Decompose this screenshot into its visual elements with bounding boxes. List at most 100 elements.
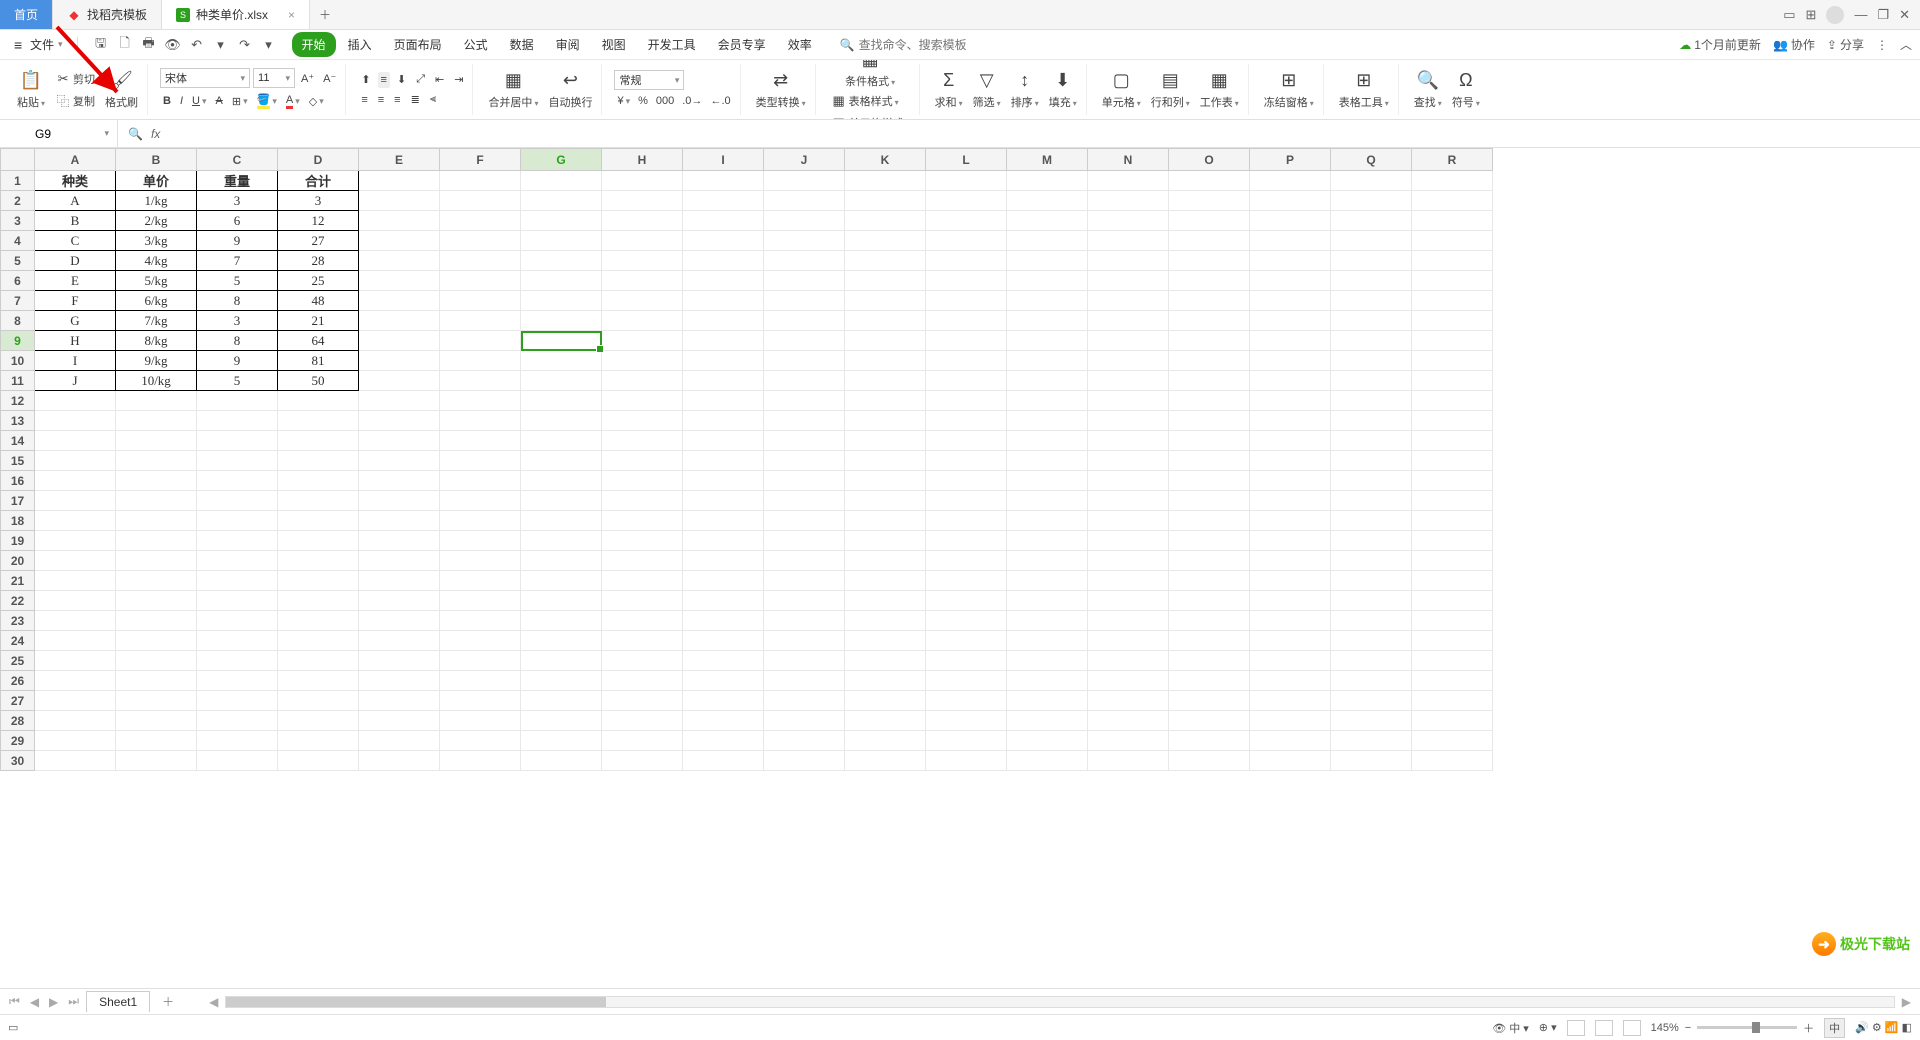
cell-K16[interactable] (845, 471, 926, 491)
cell-I21[interactable] (683, 571, 764, 591)
status-ready-icon[interactable]: ▭ (8, 1021, 18, 1034)
cell-P30[interactable] (1250, 751, 1331, 771)
cell-L18[interactable] (926, 511, 1007, 531)
cell-P22[interactable] (1250, 591, 1331, 611)
cell-D2[interactable]: 3 (278, 191, 359, 211)
cell-M10[interactable] (1007, 351, 1088, 371)
italic-button[interactable]: I (177, 93, 186, 109)
cell-M8[interactable] (1007, 311, 1088, 331)
cell-F25[interactable] (440, 651, 521, 671)
cell-J16[interactable] (764, 471, 845, 491)
command-search-input[interactable] (859, 38, 979, 52)
cell-C26[interactable] (197, 671, 278, 691)
cell-G1[interactable] (521, 171, 602, 191)
cell-F21[interactable] (440, 571, 521, 591)
cell-G16[interactable] (521, 471, 602, 491)
cell-K18[interactable] (845, 511, 926, 531)
cell-E12[interactable] (359, 391, 440, 411)
cell-B25[interactable] (116, 651, 197, 671)
worksheet-button[interactable]: ▦工作表 (1197, 68, 1242, 112)
cell-Q7[interactable] (1331, 291, 1412, 311)
freeze-panes-button[interactable]: ⊞冻结窗格 (1261, 68, 1317, 112)
fill-button[interactable]: ⬇填充 (1046, 68, 1080, 112)
cell-L9[interactable] (926, 331, 1007, 351)
eye-mode-icon[interactable]: 👁 中 ▾ (1492, 1020, 1529, 1036)
cell-E14[interactable] (359, 431, 440, 451)
cell-I16[interactable] (683, 471, 764, 491)
cell-K17[interactable] (845, 491, 926, 511)
cell-P18[interactable] (1250, 511, 1331, 531)
cell-A10[interactable]: I (35, 351, 116, 371)
align-center-button[interactable]: ≡ (375, 92, 387, 108)
cell-C21[interactable] (197, 571, 278, 591)
cell-B28[interactable] (116, 711, 197, 731)
cell-I6[interactable] (683, 271, 764, 291)
cell-P10[interactable] (1250, 351, 1331, 371)
row-header-10[interactable]: 10 (1, 351, 35, 371)
cell-H11[interactable] (602, 371, 683, 391)
cell-N10[interactable] (1088, 351, 1169, 371)
cell-P27[interactable] (1250, 691, 1331, 711)
row-header-3[interactable]: 3 (1, 211, 35, 231)
cell-H26[interactable] (602, 671, 683, 691)
cell-D11[interactable]: 50 (278, 371, 359, 391)
cell-P23[interactable] (1250, 611, 1331, 631)
cell-O23[interactable] (1169, 611, 1250, 631)
cell-L17[interactable] (926, 491, 1007, 511)
menu-tab-8[interactable]: 会员专享 (708, 32, 776, 57)
cell-B23[interactable] (116, 611, 197, 631)
cell-A17[interactable] (35, 491, 116, 511)
cell-R22[interactable] (1412, 591, 1493, 611)
cell-J5[interactable] (764, 251, 845, 271)
cell-E20[interactable] (359, 551, 440, 571)
cell-A25[interactable] (35, 651, 116, 671)
share-button[interactable]: ⇪分享 (1827, 36, 1864, 53)
tray-icons[interactable]: 🔊 ⚙ 📶 ◧ (1855, 1021, 1912, 1034)
cell-G21[interactable] (521, 571, 602, 591)
align-bottom-button[interactable]: ⬇ (394, 71, 409, 88)
cell-D15[interactable] (278, 451, 359, 471)
wrap-text-button[interactable]: ↩自动换行 (545, 68, 595, 112)
cell-K12[interactable] (845, 391, 926, 411)
cell-H4[interactable] (602, 231, 683, 251)
cell-F15[interactable] (440, 451, 521, 471)
cell-D20[interactable] (278, 551, 359, 571)
row-header-27[interactable]: 27 (1, 691, 35, 711)
strike-button[interactable]: A (213, 93, 226, 109)
cell-F14[interactable] (440, 431, 521, 451)
cell-N20[interactable] (1088, 551, 1169, 571)
cell-Q16[interactable] (1331, 471, 1412, 491)
cell-B26[interactable] (116, 671, 197, 691)
cell-B15[interactable] (116, 451, 197, 471)
cell-B10[interactable]: 9/kg (116, 351, 197, 371)
cell-C24[interactable] (197, 631, 278, 651)
cell-Q30[interactable] (1331, 751, 1412, 771)
cell-J10[interactable] (764, 351, 845, 371)
percent-button[interactable]: % (635, 93, 651, 109)
cell-A3[interactable]: B (35, 211, 116, 231)
cell-F17[interactable] (440, 491, 521, 511)
undo-icon[interactable]: ↶ (188, 36, 206, 54)
cell-J4[interactable] (764, 231, 845, 251)
format-painter-button[interactable]: 🖌 格式刷 (102, 68, 141, 112)
cell-E25[interactable] (359, 651, 440, 671)
cell-A1[interactable]: 种类 (35, 171, 116, 191)
cell-I12[interactable] (683, 391, 764, 411)
cell-M7[interactable] (1007, 291, 1088, 311)
cell-M18[interactable] (1007, 511, 1088, 531)
cell-R15[interactable] (1412, 451, 1493, 471)
increase-font-button[interactable]: A⁺ (298, 70, 317, 87)
cell-G19[interactable] (521, 531, 602, 551)
cell-Q26[interactable] (1331, 671, 1412, 691)
cell-O28[interactable] (1169, 711, 1250, 731)
cell-D29[interactable] (278, 731, 359, 751)
col-header-I[interactable]: I (683, 149, 764, 171)
cell-M22[interactable] (1007, 591, 1088, 611)
cell-P26[interactable] (1250, 671, 1331, 691)
cell-I9[interactable] (683, 331, 764, 351)
cell-L20[interactable] (926, 551, 1007, 571)
cell-A13[interactable] (35, 411, 116, 431)
col-header-O[interactable]: O (1169, 149, 1250, 171)
cell-M5[interactable] (1007, 251, 1088, 271)
cell-L6[interactable] (926, 271, 1007, 291)
